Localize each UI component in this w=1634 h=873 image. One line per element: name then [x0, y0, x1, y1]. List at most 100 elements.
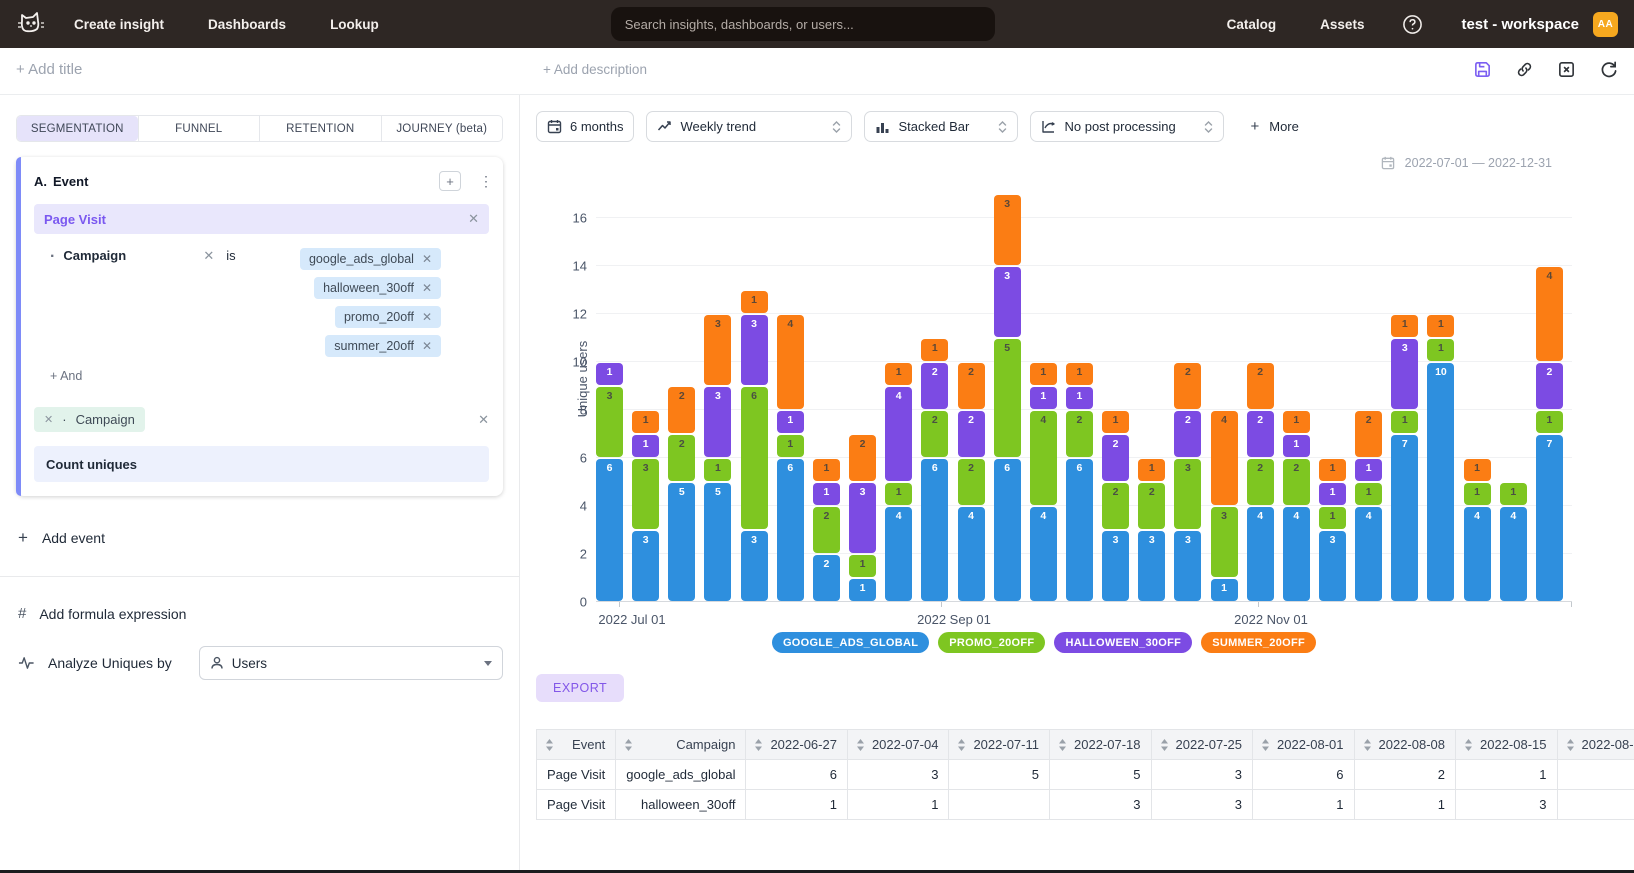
- segment-halloween_30off[interactable]: 1: [1030, 387, 1057, 409]
- bar-2022-07-11[interactable]: 522: [668, 184, 695, 602]
- nav-lookup[interactable]: Lookup: [330, 17, 379, 32]
- segment-halloween_30off[interactable]: 1: [1066, 387, 1093, 409]
- segment-halloween_30off[interactable]: 2: [921, 363, 948, 409]
- segment-summer_20off[interactable]: 1: [1427, 315, 1454, 337]
- segment-summer_20off[interactable]: 2: [1174, 363, 1201, 409]
- segment-google_ads_global[interactable]: 2: [813, 555, 840, 601]
- segment-halloween_30off[interactable]: 1: [596, 363, 623, 385]
- tab-journey-beta-[interactable]: JOURNEY (beta): [381, 116, 503, 141]
- segment-halloween_30off[interactable]: 2: [1536, 363, 1563, 409]
- bar-2022-07-04[interactable]: 3311: [632, 184, 659, 602]
- bar-2022-10-17[interactable]: 3322: [1174, 184, 1201, 602]
- segment-summer_20off[interactable]: 4: [777, 315, 804, 409]
- post-processing-select[interactable]: No post processing: [1030, 111, 1224, 142]
- bar-2022-08-08[interactable]: 2211: [813, 184, 840, 602]
- add-title-button[interactable]: + Add title: [16, 61, 82, 78]
- segment-promo_20off[interactable]: 3: [596, 387, 623, 457]
- tab-retention[interactable]: RETENTION: [259, 116, 381, 141]
- segment-promo_20off[interactable]: 2: [1283, 459, 1310, 505]
- segment-promo_20off[interactable]: 2: [1066, 411, 1093, 457]
- workspace-name[interactable]: test - workspace: [1461, 16, 1579, 33]
- segment-summer_20off[interactable]: 2: [668, 387, 695, 433]
- segment-google_ads_global[interactable]: 5: [704, 483, 731, 601]
- segment-promo_20off[interactable]: 2: [813, 507, 840, 553]
- event-menu-icon[interactable]: ⋮: [479, 179, 489, 184]
- segment-summer_20off[interactable]: 3: [994, 195, 1021, 265]
- column-header[interactable]: 2022-07-11: [949, 730, 1050, 760]
- column-header[interactable]: 2022-08-15: [1456, 730, 1558, 760]
- segment-google_ads_global[interactable]: 4: [1283, 507, 1310, 601]
- segment-google_ads_global[interactable]: 4: [1247, 507, 1274, 601]
- segment-promo_20off[interactable]: 1: [1464, 483, 1491, 505]
- segment-google_ads_global[interactable]: 4: [958, 507, 985, 601]
- bar-2022-09-05[interactable]: 4222: [958, 184, 985, 602]
- cat-logo-icon[interactable]: [16, 9, 46, 39]
- more-button[interactable]: + More: [1250, 118, 1298, 135]
- segment-promo_20off[interactable]: 3: [632, 459, 659, 529]
- segment-summer_20off[interactable]: 1: [741, 291, 768, 313]
- chart-type-select[interactable]: Stacked Bar: [864, 111, 1018, 142]
- segment-promo_20off[interactable]: 2: [1247, 459, 1274, 505]
- segment-google_ads_global[interactable]: 5: [668, 483, 695, 601]
- column-header[interactable]: Campaign: [616, 730, 746, 760]
- sort-icon[interactable]: [545, 738, 554, 751]
- segment-halloween_30off[interactable]: 1: [632, 435, 659, 457]
- bar-2022-08-22[interactable]: 4141: [885, 184, 912, 602]
- segment-google_ads_global[interactable]: 7: [1391, 435, 1418, 601]
- bar-2022-10-31[interactable]: 4222: [1247, 184, 1274, 602]
- bar-2022-12-26[interactable]: 7124: [1536, 184, 1563, 602]
- segment-summer_20off[interactable]: 1: [813, 459, 840, 481]
- segment-summer_20off[interactable]: 1: [1464, 459, 1491, 481]
- segment-promo_20off[interactable]: 6: [741, 387, 768, 529]
- event-selector[interactable]: Page Visit ✕: [34, 204, 489, 234]
- bar-2022-11-21[interactable]: 4112: [1355, 184, 1382, 602]
- sort-icon[interactable]: [1363, 738, 1372, 751]
- segment-promo_20off[interactable]: 1: [1500, 483, 1527, 505]
- segment-summer_20off[interactable]: 1: [1066, 363, 1093, 385]
- filter-property[interactable]: Campaign: [63, 248, 203, 263]
- bar-2022-10-24[interactable]: 134: [1211, 184, 1238, 602]
- segment-google_ads_global[interactable]: 4: [885, 507, 912, 601]
- sort-icon[interactable]: [957, 738, 966, 751]
- segment-google_ads_global[interactable]: 4: [1500, 507, 1527, 601]
- segment-halloween_30off[interactable]: 1: [777, 411, 804, 433]
- segment-google_ads_global[interactable]: 6: [596, 459, 623, 601]
- segment-halloween_30off[interactable]: 2: [1174, 411, 1201, 457]
- column-header[interactable]: 2022-06-27: [746, 730, 848, 760]
- segment-summer_20off[interactable]: 2: [849, 435, 876, 481]
- avatar[interactable]: AA: [1593, 12, 1618, 37]
- segment-promo_20off[interactable]: 2: [958, 459, 985, 505]
- bar-2022-07-25[interactable]: 3631: [741, 184, 768, 602]
- segment-summer_20off[interactable]: 1: [1391, 315, 1418, 337]
- column-header[interactable]: 2022-08-22: [1557, 730, 1634, 760]
- segment-summer_20off[interactable]: 4: [1536, 267, 1563, 361]
- segment-halloween_30off[interactable]: 1: [1283, 435, 1310, 457]
- segment-summer_20off[interactable]: 3: [704, 315, 731, 385]
- segment-google_ads_global[interactable]: 6: [994, 459, 1021, 601]
- trend-select[interactable]: Weekly trend: [646, 111, 852, 142]
- column-header[interactable]: 2022-08-08: [1354, 730, 1456, 760]
- copy-link-icon[interactable]: [1515, 60, 1534, 79]
- segment-google_ads_global[interactable]: 3: [741, 531, 768, 601]
- bar-2022-07-18[interactable]: 5133: [704, 184, 731, 602]
- segment-summer_20off[interactable]: 1: [1138, 459, 1165, 481]
- segment-promo_20off[interactable]: 2: [921, 411, 948, 457]
- segment-google_ads_global[interactable]: 6: [921, 459, 948, 601]
- legend-summer_20off[interactable]: SUMMER_20OFF: [1201, 632, 1316, 653]
- bar-2022-09-26[interactable]: 6211: [1066, 184, 1093, 602]
- segment-google_ads_global[interactable]: 3: [1174, 531, 1201, 601]
- segment-halloween_30off[interactable]: 2: [958, 411, 985, 457]
- remove-breakdown-row-icon[interactable]: ✕: [478, 412, 489, 428]
- add-event-button[interactable]: + Add event: [16, 528, 503, 548]
- column-header[interactable]: 2022-07-18: [1050, 730, 1152, 760]
- segment-promo_20off[interactable]: 3: [1211, 507, 1238, 577]
- bar-2022-09-19[interactable]: 4411: [1030, 184, 1057, 602]
- filter-value-tag[interactable]: google_ads_global✕: [300, 248, 441, 270]
- segment-google_ads_global[interactable]: 3: [632, 531, 659, 601]
- nav-dashboards[interactable]: Dashboards: [208, 17, 286, 32]
- segment-halloween_30off[interactable]: 1: [1319, 483, 1346, 505]
- bar-2022-06-27[interactable]: 631: [596, 184, 623, 602]
- segment-summer_20off[interactable]: 2: [1355, 411, 1382, 457]
- segment-summer_20off[interactable]: 2: [1247, 363, 1274, 409]
- bar-2022-08-29[interactable]: 6221: [921, 184, 948, 602]
